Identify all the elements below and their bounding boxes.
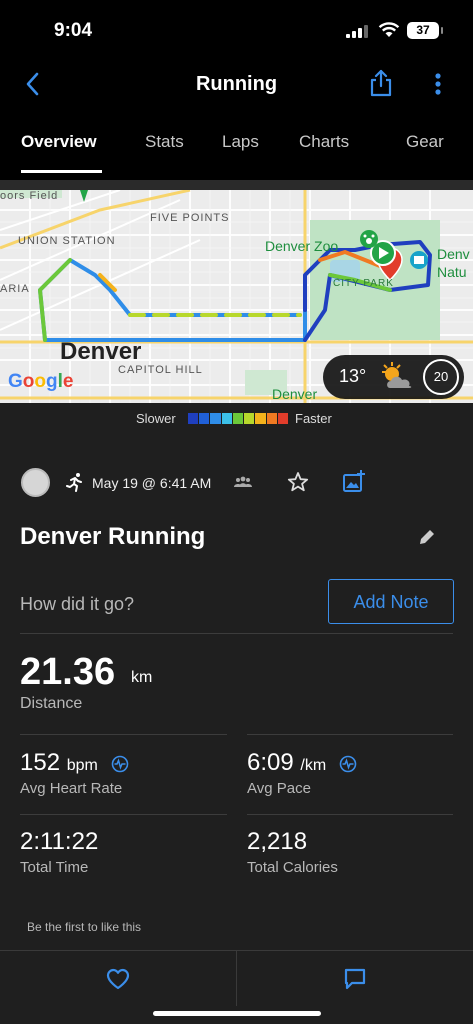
legend-color-swatch (199, 413, 210, 424)
how-did-it-go-prompt: How did it go? (20, 594, 135, 614)
navigation-header: Running (0, 62, 473, 108)
heart-rate-value: 152 (20, 749, 61, 776)
map-label-denver: Denver (60, 338, 142, 365)
group-icon (234, 476, 252, 487)
status-time: 9:04 (54, 20, 93, 41)
divider (236, 951, 237, 1007)
distance-unit: km (131, 669, 153, 686)
activity-title: Denver Running (20, 523, 206, 550)
battery-icon: 37 (407, 22, 439, 39)
legend-color-swatch (277, 413, 288, 424)
home-indicator[interactable] (153, 1011, 321, 1016)
star-icon[interactable] (287, 471, 309, 493)
legend-color-swatch (244, 413, 255, 424)
divider (20, 814, 227, 815)
legend-slower-label: Slower (136, 411, 176, 426)
pace-info-icon[interactable] (339, 755, 357, 773)
tab-stats[interactable]: Stats (145, 132, 184, 152)
share-icon[interactable] (368, 68, 394, 98)
map-label-denver-nature-line2: Natu (437, 264, 467, 280)
pace-label: Avg Pace (247, 780, 311, 797)
map-label-aria: ARIA (0, 283, 30, 295)
heart-icon[interactable] (106, 968, 130, 990)
map-label-coors-field: oors Field (0, 190, 59, 202)
heart-rate-info-icon[interactable] (111, 755, 129, 773)
partly-cloudy-icon (382, 362, 412, 388)
comment-icon[interactable] (343, 967, 367, 991)
running-icon (66, 473, 82, 492)
legend-color-swatch (266, 413, 277, 424)
more-vertical-icon[interactable] (428, 70, 448, 98)
map-label-denver-nature: Denv (437, 246, 470, 262)
legend-color-swatch (221, 413, 232, 424)
divider (247, 814, 453, 815)
legend-faster-label: Faster (295, 411, 332, 426)
legend-color-swatch (210, 413, 221, 424)
tab-bar: Overview Stats Laps Charts Gear (0, 120, 473, 174)
map-label-city-park: CITY PARK (333, 278, 394, 289)
add-photo-icon[interactable] (342, 470, 366, 494)
pace-value: 6:09 (247, 749, 294, 776)
route-map[interactable]: oors Field FIVE POINTS UNION STATION ARI… (0, 190, 473, 403)
cellular-signal-icon (346, 25, 368, 38)
activity-details: May 19 @ 6:41 AM Denver Running How did … (0, 437, 473, 950)
total-time-value: 2:11:22 (20, 828, 99, 855)
page-title: Running (195, 73, 278, 95)
battery-tip (441, 27, 443, 34)
heart-rate-row: 152 bpm (20, 749, 129, 777)
tab-laps[interactable]: Laps (222, 132, 259, 152)
divider (20, 734, 227, 735)
add-note-button[interactable]: Add Note (328, 579, 454, 624)
pace-legend: Slower Faster (0, 403, 473, 437)
avg-heart-rate-stat: 152 bpm Avg Heart Rate (20, 749, 230, 809)
total-calories-label: Total Calories (247, 859, 338, 876)
legend-color-swatch (232, 413, 244, 424)
legend-color-swatch (188, 413, 199, 424)
tab-charts[interactable]: Charts (299, 132, 349, 152)
likes-text: Be the first to like this (27, 920, 142, 934)
activity-meta-row: May 19 @ 6:41 AM (21, 468, 461, 498)
distance-value: 21.36 (20, 651, 116, 693)
divider (247, 734, 453, 735)
map-label-five-points: FIVE POINTS (150, 212, 230, 224)
weather-badge[interactable]: 13° 20 (323, 355, 464, 399)
wind-speed-indicator: 20 (423, 359, 459, 395)
header-divider (0, 180, 473, 190)
map-label-denver-zoo: Denver Zoo (265, 238, 339, 254)
tab-gear[interactable]: Gear (406, 132, 444, 152)
status-bar: 9:04 37 (0, 0, 473, 62)
activity-date: May 19 @ 6:41 AM (92, 475, 212, 491)
wifi-icon (378, 22, 400, 37)
heart-rate-unit: bpm (66, 757, 98, 774)
tab-overview[interactable]: Overview (21, 132, 97, 152)
map-label-capitol-hill: CAPITOL HILL (118, 364, 203, 376)
avg-pace-stat: 6:09 /km Avg Pace (247, 749, 457, 809)
distance-label: Distance (20, 695, 83, 712)
legend-color-bar (188, 413, 289, 424)
total-calories-value: 2,218 (247, 828, 308, 855)
social-action-bar (0, 950, 473, 1007)
legend-color-swatch (255, 413, 266, 424)
heart-rate-label: Avg Heart Rate (20, 780, 123, 797)
map-label-union-station: UNION STATION (18, 235, 116, 247)
total-time-label: Total Time (20, 859, 89, 876)
avatar[interactable] (21, 468, 50, 497)
total-calories-stat: 2,218 Total Calories (247, 828, 457, 888)
google-logo: Google (8, 371, 74, 392)
pace-unit: /km (300, 757, 327, 774)
pace-row: 6:09 /km (247, 749, 357, 777)
active-tab-indicator (21, 170, 102, 173)
total-time-stat: 2:11:22 Total Time (20, 828, 230, 888)
divider (20, 633, 453, 634)
map-label-denver-bottom: Denver (272, 386, 318, 402)
temperature-text: 13° (339, 366, 367, 386)
edit-pencil-icon[interactable] (417, 527, 437, 547)
